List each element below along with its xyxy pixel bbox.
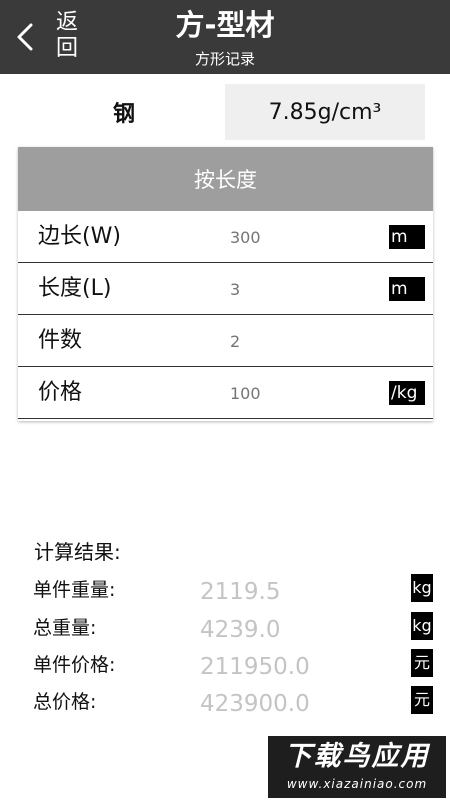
total-price-value: 423900.0 bbox=[200, 691, 310, 717]
total-weight-unit: kg bbox=[411, 612, 433, 640]
result-row-unit-weight: 单件重量: 2119.5 kg bbox=[0, 574, 450, 606]
form-row-side-length: 边长(W) m bbox=[18, 211, 433, 263]
form-row-quantity: 件数 bbox=[18, 315, 433, 367]
price-unit[interactable]: /kg bbox=[389, 381, 425, 405]
results-title: 计算结果: bbox=[34, 540, 121, 564]
unit-weight-label: 单件重量: bbox=[33, 579, 116, 601]
total-weight-label: 总重量: bbox=[33, 617, 97, 639]
price-input[interactable] bbox=[230, 381, 380, 405]
page-subtitle[interactable]: 方形记录 bbox=[0, 48, 450, 70]
watermark-logo: 下载鸟应用 www.xiazainiao.com bbox=[268, 736, 446, 798]
material-density[interactable]: 7.85g/cm³ bbox=[225, 84, 425, 140]
length-label: 长度(L) bbox=[38, 276, 112, 301]
total-weight-value: 4239.0 bbox=[200, 617, 281, 643]
quantity-label: 件数 bbox=[38, 328, 83, 353]
price-label: 价格 bbox=[38, 380, 83, 405]
side-length-input[interactable] bbox=[230, 225, 380, 249]
unit-weight-value: 2119.5 bbox=[200, 579, 281, 605]
total-price-unit: 元 bbox=[411, 686, 433, 714]
result-row-unit-price: 单件价格: 211950.0 元 bbox=[0, 649, 450, 681]
form-row-length: 长度(L) m bbox=[18, 263, 433, 315]
quantity-input[interactable] bbox=[230, 329, 380, 353]
page-title: 方-型材 bbox=[175, 8, 275, 42]
result-row-total-weight: 总重量: 4239.0 kg bbox=[0, 612, 450, 644]
watermark-main: 下载鸟应用 bbox=[284, 741, 430, 772]
unit-weight-unit: kg bbox=[411, 574, 433, 602]
calc-mode-header[interactable]: 按长度 bbox=[18, 147, 433, 211]
length-unit[interactable]: m bbox=[389, 277, 425, 301]
unit-price-label: 单件价格: bbox=[33, 654, 116, 676]
side-length-label: 边长(W) bbox=[38, 224, 121, 249]
input-card: 按长度 边长(W) m 长度(L) m 件数 价格 /kg bbox=[18, 147, 433, 421]
side-length-unit[interactable]: m bbox=[389, 225, 425, 249]
watermark-url: www.xiazainiao.com bbox=[286, 777, 428, 791]
unit-price-unit: 元 bbox=[411, 649, 433, 677]
material-name[interactable]: 钢 bbox=[24, 84, 224, 140]
app-header: 返回 方-型材 方形记录 bbox=[0, 0, 450, 74]
unit-price-value: 211950.0 bbox=[200, 654, 310, 680]
result-row-total-price: 总价格: 423900.0 元 bbox=[0, 686, 450, 718]
form-row-price: 价格 /kg bbox=[18, 367, 433, 419]
length-input[interactable] bbox=[230, 277, 380, 301]
total-price-label: 总价格: bbox=[33, 691, 97, 713]
